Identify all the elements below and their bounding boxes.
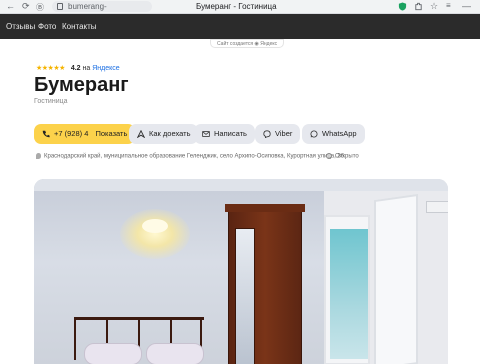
write-button[interactable]: Написать (194, 124, 255, 144)
address-line: Краснодарский край, муниципальное образо… (36, 153, 344, 160)
wardrobe-mirror (235, 228, 255, 364)
menu-icon[interactable]: ≡ (446, 1, 451, 10)
air-conditioner (426, 201, 448, 213)
bookmark-icon[interactable]: ☆ (430, 1, 438, 12)
created-with-badge[interactable]: Сайт создается ◉ Яндекс (210, 39, 285, 48)
wall-lamp-glow (120, 209, 190, 259)
tab-title: Бумеранг - Гостиница (196, 2, 277, 11)
whatsapp-label: WhatsApp (322, 129, 357, 138)
rating-provider-link[interactable]: Яндексе (92, 65, 119, 72)
minimize-icon[interactable]: — (462, 1, 471, 11)
location-pin-icon (36, 153, 41, 159)
phone-number: +7 (928) 4 (54, 129, 89, 138)
viber-label: Viber (275, 129, 293, 138)
rating-on-label: на (82, 65, 91, 72)
address-bar[interactable]: bumerang-hotel.clients.site (52, 1, 152, 22)
shield-icon[interactable] (398, 2, 407, 11)
whatsapp-icon (310, 130, 318, 138)
write-label: Написать (214, 129, 247, 138)
mail-icon (202, 131, 210, 137)
wardrobe (225, 204, 305, 364)
route-icon (137, 130, 145, 138)
open-door (374, 193, 418, 364)
browser-toolbar: ← ⟳ Ⓑ bumerang-hotel.clients.site Бумера… (0, 0, 480, 22)
yandex-browser-icon[interactable]: Ⓑ (36, 2, 44, 13)
nav-link-contacts[interactable]: Контакты (62, 22, 97, 31)
pillow (84, 343, 142, 364)
opening-status-text: Открыто (335, 153, 359, 160)
business-category: Гостиница (34, 98, 68, 105)
wall-lamp (142, 219, 168, 233)
viber-button[interactable]: Viber (255, 124, 301, 144)
nav-link-reviews[interactable]: Отзывы (6, 22, 35, 31)
rating-score: 4.2 (70, 65, 81, 72)
rating-row: ★★★★★ 4.2 на Яндексе (36, 64, 120, 72)
lock-icon (57, 3, 63, 10)
reload-icon[interactable]: ⟳ (22, 1, 30, 12)
hotel-room-photo[interactable] (34, 179, 448, 364)
phone-button[interactable]: +7 (928) 4 Показать (34, 124, 136, 144)
opening-status: Открыто (326, 153, 359, 160)
viber-icon (263, 130, 271, 138)
phone-icon (42, 130, 50, 138)
route-button[interactable]: Как доехать (129, 124, 199, 144)
phone-show-label: Показать (95, 129, 128, 138)
bathroom-view (330, 229, 368, 359)
business-title: Бумеранг (34, 74, 129, 96)
extensions-icon[interactable] (414, 2, 423, 11)
address-text: Краснодарский край, муниципальное образо… (44, 153, 345, 160)
pillow (146, 343, 204, 364)
nav-link-photos[interactable]: Фото (38, 22, 56, 31)
back-icon[interactable]: ← (6, 1, 15, 11)
site-header: Отзывы Фото Контакты (0, 14, 480, 39)
route-label: Как доехать (149, 129, 191, 138)
whatsapp-button[interactable]: WhatsApp (302, 124, 365, 144)
rating-stars: ★★★★★ (36, 65, 65, 72)
clock-icon (326, 153, 332, 159)
